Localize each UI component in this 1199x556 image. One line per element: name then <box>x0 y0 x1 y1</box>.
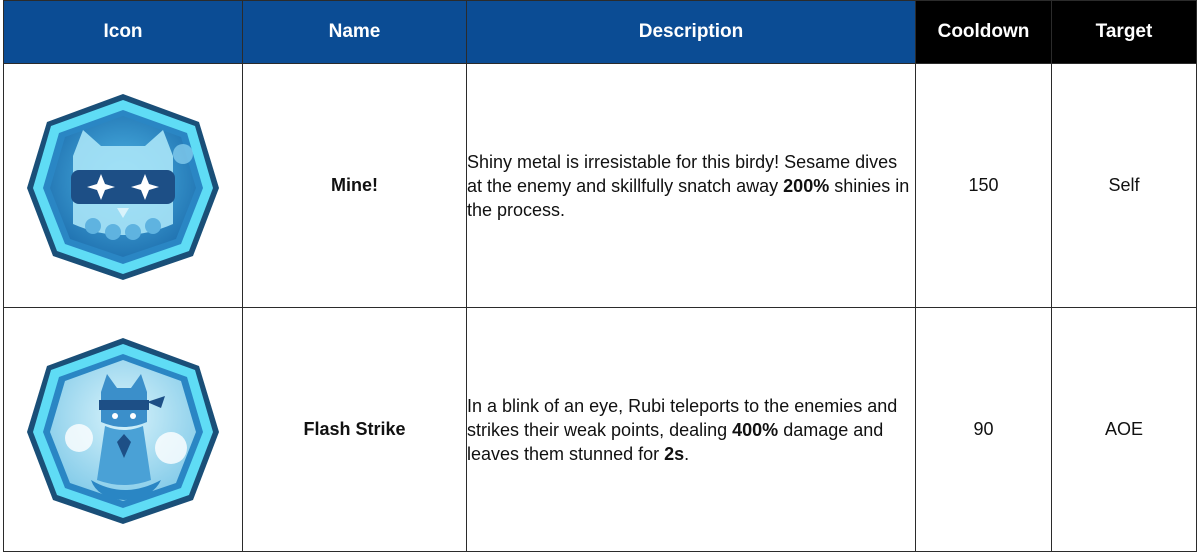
icon-cell <box>3 63 243 308</box>
skill-description: Shiny metal is irresistable for this bir… <box>466 63 916 308</box>
header-target: Target <box>1051 0 1197 64</box>
table-row: Mine! Shiny metal is irresistable for th… <box>3 63 1197 308</box>
cooldown-value: 150 <box>915 63 1052 308</box>
skill-name: Mine! <box>242 63 467 308</box>
target-value: Self <box>1051 63 1197 308</box>
skills-table: Icon Name Description Cooldown Target Mi… <box>3 0 1197 552</box>
target-value: AOE <box>1051 307 1197 552</box>
damage-value: 200% <box>783 175 830 196</box>
header-description: Description <box>466 0 916 64</box>
header-cooldown: Cooldown <box>915 0 1052 64</box>
header-icon: Icon <box>3 0 243 64</box>
header-row: Icon Name Description Cooldown Target <box>3 0 1197 64</box>
skill-description: In a blink of an eye, Rubi teleports to … <box>466 307 916 552</box>
skill-name: Flash Strike <box>242 307 467 552</box>
icon-cell <box>3 307 243 552</box>
stun-duration: 2s <box>664 443 685 464</box>
rubi-cat-skill-badge-icon <box>27 337 219 524</box>
sesame-bird-skill-badge-icon <box>27 93 219 280</box>
damage-value: 400% <box>732 419 779 440</box>
cooldown-value: 90 <box>915 307 1052 552</box>
table-row: Flash Strike In a blink of an eye, Rubi … <box>3 307 1197 552</box>
header-name: Name <box>242 0 467 64</box>
